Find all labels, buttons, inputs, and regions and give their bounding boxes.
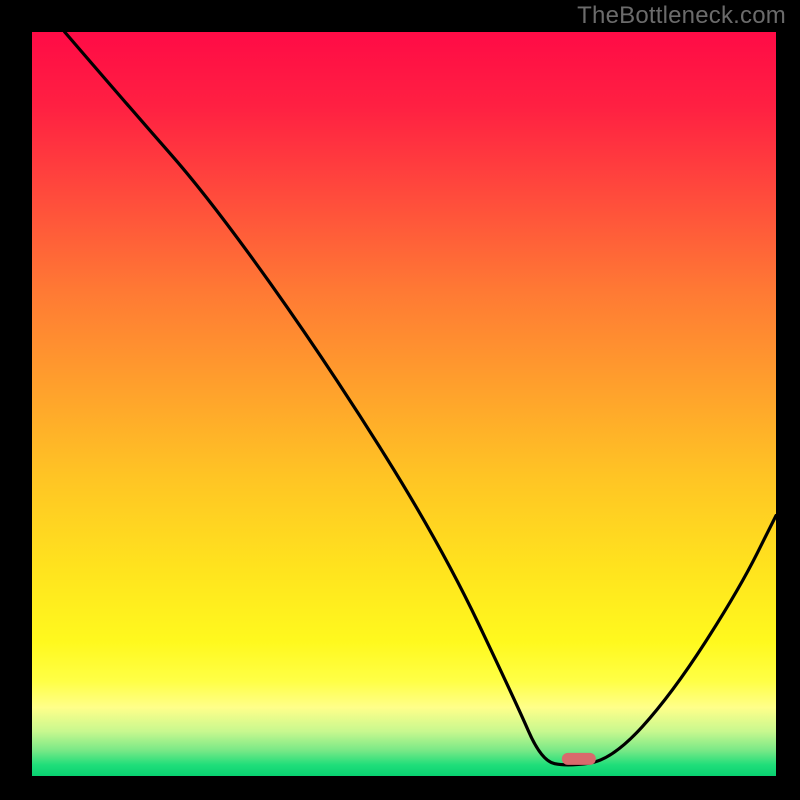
plot-background	[32, 32, 776, 776]
optimal-marker	[562, 753, 596, 765]
bottleneck-chart	[0, 0, 800, 800]
watermark-text: TheBottleneck.com	[577, 2, 786, 30]
chart-container: TheBottleneck.com	[0, 0, 800, 800]
